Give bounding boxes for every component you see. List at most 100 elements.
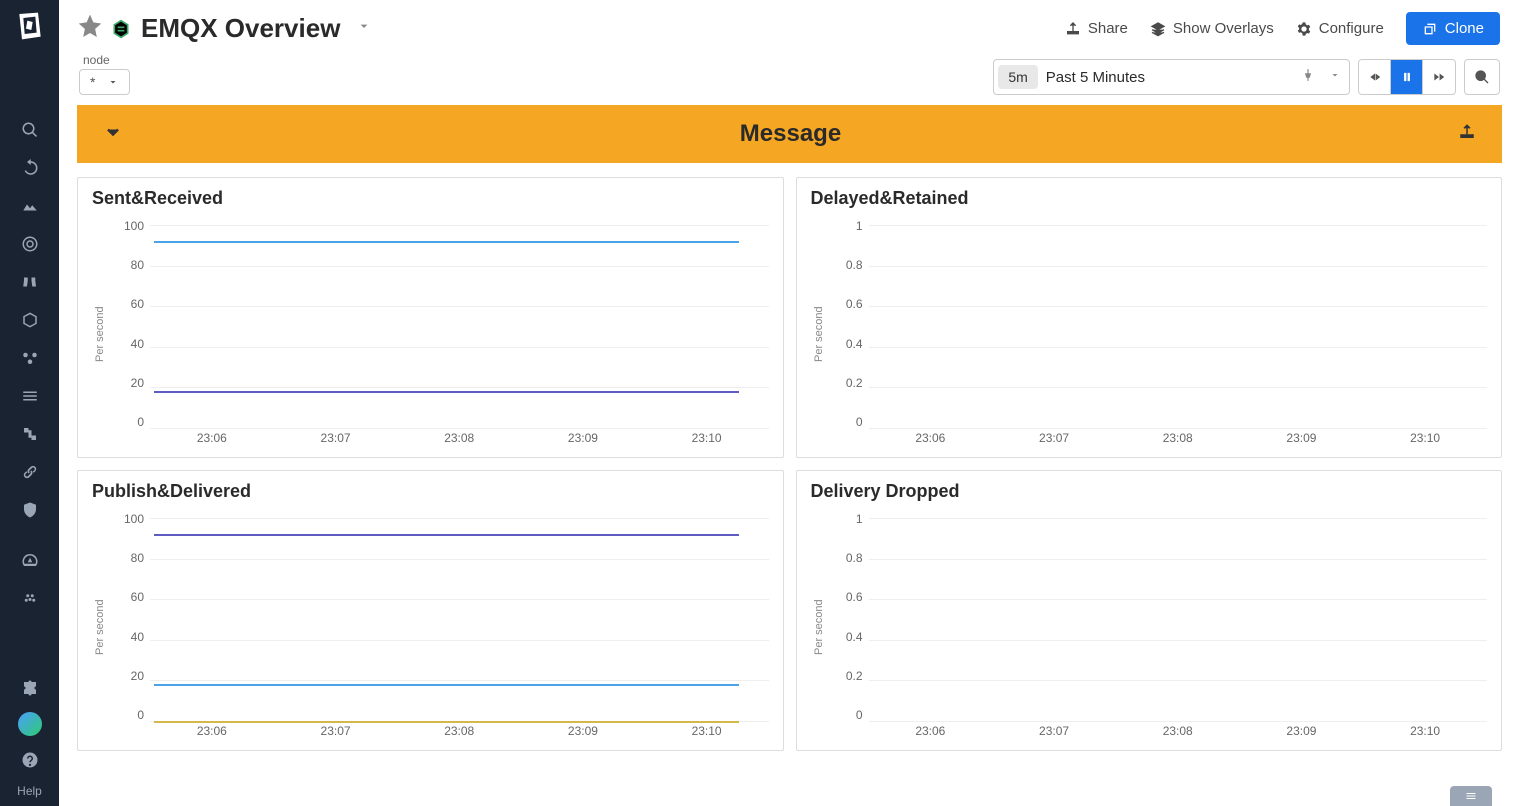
chart-ytick: 40	[108, 630, 150, 644]
chart-panel[interactable]: Sent&ReceivedPer second10080604020023:06…	[77, 177, 784, 458]
clone-label: Clone	[1445, 20, 1484, 37]
chart-plot-area	[869, 518, 1488, 722]
chart-ytick: 0.8	[827, 258, 869, 272]
chart-title: Delayed&Retained	[811, 188, 1488, 209]
binoculars-icon[interactable]	[16, 268, 44, 296]
chart-ytick: 1	[827, 512, 869, 526]
chart-xtick: 23:06	[915, 724, 945, 742]
node-variable-dropdown[interactable]: *	[79, 69, 130, 95]
title-dropdown-icon[interactable]	[356, 18, 372, 39]
charts-grid: Sent&ReceivedPer second10080604020023:06…	[59, 163, 1520, 751]
gauge-icon[interactable]	[16, 546, 44, 574]
time-range-badge: 5m	[998, 65, 1037, 89]
shield-icon[interactable]	[16, 496, 44, 524]
chart-ytick: 0.4	[827, 337, 869, 351]
chart-xtick: 23:10	[692, 431, 722, 449]
chart-title: Publish&Delivered	[92, 481, 769, 502]
chart-xtick: 23:07	[321, 431, 351, 449]
chart-xtick: 23:06	[915, 431, 945, 449]
search-icon[interactable]	[16, 116, 44, 144]
chart-xtick: 23:10	[1410, 724, 1440, 742]
nodes-icon[interactable]	[16, 344, 44, 372]
chart-ytick: 100	[108, 512, 150, 526]
chart-ytick: 40	[108, 337, 150, 351]
chart-ytick: 0	[108, 708, 150, 722]
flow-icon[interactable]	[16, 420, 44, 448]
dashboards-icon[interactable]	[16, 192, 44, 220]
chart-xtick: 23:10	[692, 724, 722, 742]
chart-ylabel: Per second	[811, 512, 827, 742]
chart-xtick: 23:09	[568, 724, 598, 742]
configure-button[interactable]: Configure	[1296, 20, 1384, 37]
share-label: Share	[1088, 20, 1128, 37]
list-icon[interactable]	[16, 382, 44, 410]
time-range-caret-icon[interactable]	[1321, 68, 1349, 86]
datadog-logo[interactable]	[10, 6, 50, 46]
chart-ytick: 0.8	[827, 551, 869, 565]
chart-ytick: 80	[108, 258, 150, 272]
user-avatar[interactable]	[18, 712, 42, 736]
chart-plot-area	[869, 225, 1488, 429]
favorite-star-icon[interactable]	[79, 15, 101, 42]
chart-xtick: 23:08	[1163, 431, 1193, 449]
chart-ytick: 0.6	[827, 297, 869, 311]
pause-button[interactable]	[1391, 60, 1423, 94]
chart-ytick: 1	[827, 219, 869, 233]
configure-label: Configure	[1319, 20, 1384, 37]
chart-ytick: 0.2	[827, 376, 869, 390]
chart-panel[interactable]: Publish&DeliveredPer second1008060402002…	[77, 470, 784, 751]
clone-button[interactable]: Clone	[1406, 12, 1500, 45]
chart-xtick: 23:09	[568, 431, 598, 449]
forward-button[interactable]	[1423, 60, 1455, 94]
subheader: node * 5m Past 5 Minutes	[59, 53, 1520, 105]
integration-hex-icon	[111, 19, 131, 39]
chart-ylabel: Per second	[92, 219, 108, 449]
playback-controls	[1358, 59, 1456, 95]
chart-plot-area	[150, 225, 769, 429]
node-variable-value: *	[90, 74, 95, 90]
chart-ytick: 60	[108, 297, 150, 311]
puzzle-icon[interactable]	[16, 674, 44, 702]
chart-xtick: 23:08	[444, 431, 474, 449]
chart-ytick: 20	[108, 376, 150, 390]
chart-xtick: 23:08	[444, 724, 474, 742]
left-sidebar: Help	[0, 0, 59, 806]
chart-ytick: 80	[108, 551, 150, 565]
rewind-button[interactable]	[1359, 60, 1391, 94]
chart-series-line	[154, 721, 739, 723]
section-export-icon[interactable]	[1458, 123, 1476, 146]
cube-icon[interactable]	[16, 306, 44, 334]
section-header: Message	[77, 105, 1502, 163]
share-button[interactable]: Share	[1065, 20, 1128, 37]
overlays-button[interactable]: Show Overlays	[1150, 20, 1274, 37]
bug-icon[interactable]	[16, 584, 44, 612]
history-icon[interactable]	[16, 154, 44, 182]
link-icon[interactable]	[16, 458, 44, 486]
chart-title: Delivery Dropped	[811, 481, 1488, 502]
chart-title: Sent&Received	[92, 188, 769, 209]
page-header: EMQX Overview Share Show Overlays Config…	[59, 0, 1520, 53]
help-label: Help	[17, 784, 42, 798]
zoom-out-button[interactable]	[1464, 59, 1500, 95]
page-title: EMQX Overview	[141, 13, 340, 44]
section-title: Message	[123, 120, 1458, 148]
time-range-picker[interactable]: 5m Past 5 Minutes	[993, 59, 1350, 95]
node-variable-label: node	[79, 53, 130, 67]
bottom-list-tab[interactable]	[1450, 786, 1492, 806]
chart-panel[interactable]: Delivery DroppedPer second10.80.60.40.20…	[796, 470, 1503, 751]
help-icon[interactable]	[16, 746, 44, 774]
chart-ytick: 0.6	[827, 590, 869, 604]
chart-ytick: 0.2	[827, 669, 869, 683]
chart-xtick: 23:10	[1410, 431, 1440, 449]
section-collapse-icon[interactable]	[103, 122, 123, 147]
target-icon[interactable]	[16, 230, 44, 258]
pin-icon[interactable]	[1295, 68, 1321, 87]
chart-xtick: 23:06	[197, 431, 227, 449]
chart-xtick: 23:07	[321, 724, 351, 742]
chart-ytick: 60	[108, 590, 150, 604]
chart-ytick: 0	[827, 415, 869, 429]
chart-panel[interactable]: Delayed&RetainedPer second10.80.60.40.20…	[796, 177, 1503, 458]
chart-ytick: 0	[108, 415, 150, 429]
chart-xtick: 23:09	[1286, 724, 1316, 742]
time-range-text: Past 5 Minutes	[1046, 69, 1295, 86]
